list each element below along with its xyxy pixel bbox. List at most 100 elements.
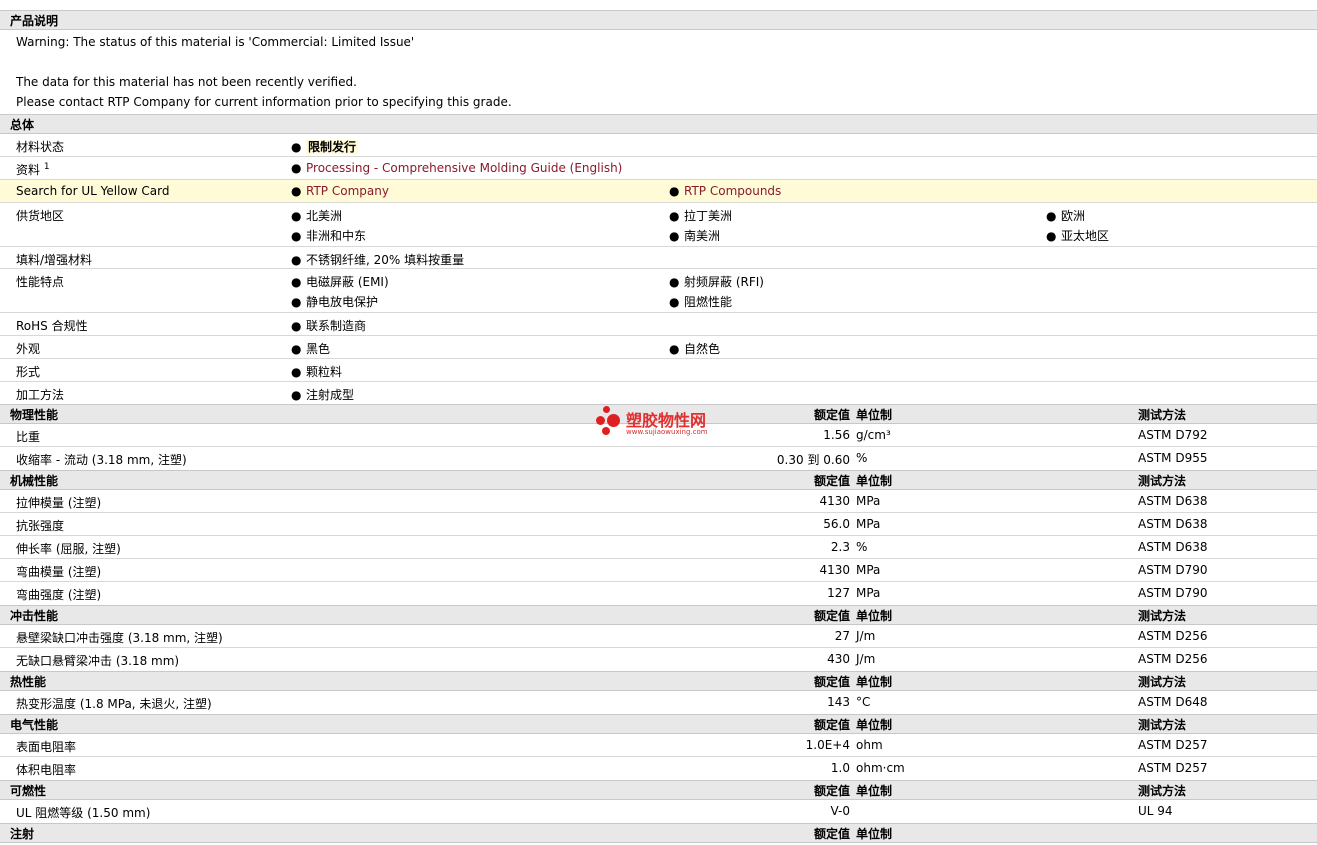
unit-value: % (856, 540, 868, 554)
bullet-icon: ● (669, 184, 680, 198)
col-header-value: 额定值 (813, 609, 850, 623)
table-row: 体积电阻率 1.0 ohm·cm ASTM D257 (0, 757, 1317, 780)
verify-text: The data for this material has not been … (16, 75, 357, 89)
nominal-value: 143 (827, 695, 850, 709)
unit-value: °C (856, 695, 871, 709)
test-method: UL 94 (1138, 804, 1173, 818)
section-title: 电气性能 (10, 718, 59, 732)
bullet-icon: ● (291, 184, 302, 198)
documents-link[interactable]: ● Processing - Comprehensive Molding Guid… (291, 161, 622, 175)
row-label: 填料/增强材料 (16, 253, 93, 267)
test-method: ASTM D790 (1138, 563, 1208, 577)
table-row: 伸长率 (屈服, 注塑) 2.3% ASTM D638 (0, 536, 1317, 559)
row-label: 性能特点 (16, 275, 65, 289)
nominal-value: 4130 (819, 494, 850, 508)
row-label: 加工方法 (16, 388, 65, 402)
list-item: ● 拉丁美洲 (669, 209, 733, 223)
unit-value: J/m (856, 629, 876, 643)
list-item: ● 南美洲 (669, 229, 721, 243)
row-label: 材料状态 (16, 140, 65, 154)
test-method: ASTM D257 (1138, 738, 1208, 752)
list-item: ● 黑色 (291, 342, 331, 356)
col-header-test: 测试方法 (1138, 408, 1187, 422)
test-method: ASTM D790 (1138, 586, 1208, 600)
row-process: 加工方法 ● 注射成型 (0, 382, 1317, 404)
status-value: ● 限制发行 (291, 140, 359, 154)
test-method: ASTM D256 (1138, 629, 1208, 643)
nominal-value: V-0 (830, 804, 850, 818)
section-header-injection: 注射 额定值 单位制 (0, 823, 1317, 843)
row-label: 收缩率 - 流动 (3.18 mm, 注塑) (16, 453, 187, 467)
col-header-test: 测试方法 (1138, 474, 1187, 488)
row-label: 热变形温度 (1.8 MPa, 未退火, 注塑) (16, 697, 212, 711)
section-title: 注射 (10, 827, 35, 841)
test-method: ASTM D638 (1138, 540, 1208, 554)
ul-link-rtp-compounds[interactable]: ● RTP Compounds (669, 184, 781, 198)
unit-value: ohm (856, 738, 883, 752)
test-method: ASTM D638 (1138, 517, 1208, 531)
list-item: ● 射频屏蔽 (RFI) (669, 275, 764, 289)
row-label: 悬壁梁缺口冲击强度 (3.18 mm, 注塑) (16, 631, 223, 645)
unit-value: % (856, 451, 868, 465)
col-header-value: 额定值 (813, 718, 850, 732)
table-row: 表面电阻率 1.0E+4 ohm ASTM D257 (0, 734, 1317, 757)
nominal-value: 127 (827, 586, 850, 600)
row-label: 外观 (16, 342, 41, 356)
list-item: ● 注射成型 (291, 388, 355, 402)
unit-value: g/cm³ (856, 428, 891, 442)
unit-value: MPa (856, 517, 881, 531)
col-header-test: 测试方法 (1138, 675, 1187, 689)
row-rohs: RoHS 合规性 ● 联系制造商 (0, 313, 1317, 336)
section-title: 冲击性能 (10, 609, 59, 623)
col-header-value: 额定值 (813, 784, 850, 798)
nominal-value: 1.0E+4 (805, 738, 850, 752)
nominal-value: 430 (827, 652, 850, 666)
unit-value: J/m (856, 652, 876, 666)
row-filler: 填料/增强材料 ● 不锈钢纤维, 20% 填料按重量 (0, 247, 1317, 269)
row-label: 供货地区 (16, 209, 65, 223)
list-item: ● 联系制造商 (291, 319, 367, 333)
row-label: 表面电阻率 (16, 740, 77, 754)
col-header-unit: 单位制 (856, 474, 893, 488)
list-item: ● 亚太地区 (1046, 229, 1110, 243)
watermark-url: www.sujiaowuxing.com (626, 428, 708, 436)
section-title: 热性能 (10, 675, 47, 689)
col-header-unit: 单位制 (856, 609, 893, 623)
section-header-electrical: 电气性能 额定值 单位制 测试方法 (0, 714, 1317, 734)
col-header-value: 额定值 (813, 474, 850, 488)
ul-link-rtp-company[interactable]: ● RTP Company (291, 184, 389, 198)
test-method: ASTM D638 (1138, 494, 1208, 508)
row-label: RoHS 合规性 (16, 319, 88, 333)
row-documents: 资料 1 ● Processing - Comprehensive Molding… (0, 157, 1317, 180)
row-label: Search for UL Yellow Card (16, 184, 170, 198)
row-form: 形式 ● 颗粒料 (0, 359, 1317, 382)
section-header-product-desc: 产品说明 (0, 10, 1317, 30)
col-header-unit: 单位制 (856, 718, 893, 732)
section-header-impact: 冲击性能 额定值 单位制 测试方法 (0, 605, 1317, 625)
col-header-value: 额定值 (813, 408, 850, 422)
nominal-value: 1.56 (823, 428, 850, 442)
test-method: ASTM D792 (1138, 428, 1208, 442)
row-appearance: 外观 ● 黑色 ● 自然色 (0, 336, 1317, 359)
row-label: 比重 (16, 430, 41, 444)
section-header-general: 总体 (0, 114, 1317, 134)
product-description: Warning: The status of this material is … (0, 30, 1317, 114)
logo-dots-icon (596, 406, 624, 438)
nominal-value: 56.0 (823, 517, 850, 531)
row-label: 弯曲强度 (注塑) (16, 588, 102, 602)
section-title: 机械性能 (10, 474, 59, 488)
nominal-value: 27 (834, 629, 850, 643)
unit-value: MPa (856, 494, 881, 508)
col-header-test: 测试方法 (1138, 609, 1187, 623)
section-header-flammability: 可燃性 额定值 单位制 测试方法 (0, 780, 1317, 800)
unit-value: ohm·cm (856, 761, 905, 775)
list-item: ● 不锈钢纤维, 20% 填料按重量 (291, 253, 465, 267)
list-item: ● 阻燃性能 (669, 295, 733, 309)
unit-value: MPa (856, 563, 881, 577)
table-row: 弯曲模量 (注塑) 4130 MPa ASTM D790 (0, 559, 1317, 582)
nominal-value: 2.3 (830, 540, 850, 554)
warning-text: Warning: The status of this material is … (16, 35, 415, 49)
nominal-value: 4130 (819, 563, 850, 577)
section-title: 产品说明 (10, 14, 59, 28)
unit-value: MPa (856, 586, 881, 600)
